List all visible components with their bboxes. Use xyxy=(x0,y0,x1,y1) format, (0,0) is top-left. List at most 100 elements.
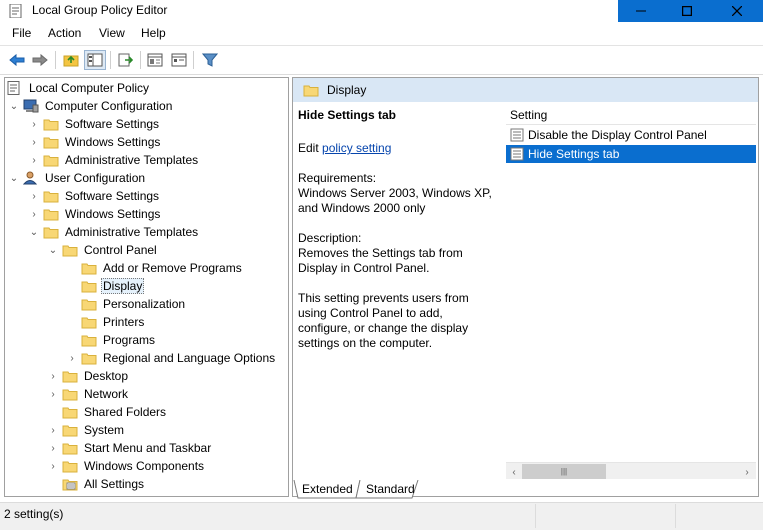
show-hide-tree-button[interactable] xyxy=(84,50,106,70)
tree-node-start-menu-and-taskbar[interactable]: › Start Menu and Taskbar xyxy=(48,439,213,457)
tree-node-desktop[interactable]: › Desktop xyxy=(48,367,130,385)
back-button[interactable] xyxy=(6,50,28,70)
minimize-button[interactable] xyxy=(618,0,664,22)
folder-icon xyxy=(43,225,59,239)
filter-button[interactable] xyxy=(199,50,221,70)
folder-icon xyxy=(43,207,59,221)
tree-node-label: Administrative Templates xyxy=(65,153,199,167)
tree-node-computer-configuration[interactable]: ⌄ Computer Configuration xyxy=(9,97,174,115)
close-button[interactable] xyxy=(710,0,763,22)
folder-icon xyxy=(62,387,78,401)
chevron-right-icon[interactable]: › xyxy=(48,461,58,472)
description-text: Removes the Settings tab from Display in… xyxy=(298,246,463,275)
tab-extended[interactable]: Extended xyxy=(296,480,359,498)
column-header-setting[interactable]: Setting xyxy=(506,105,756,125)
list-item-disable-display-control-panel[interactable]: Disable the Display Control Panel xyxy=(506,126,756,144)
folder-icon xyxy=(81,315,97,329)
tree-node-label: Computer Configuration xyxy=(45,99,173,113)
filter-icon xyxy=(202,53,218,67)
setting-title: Hide Settings tab xyxy=(298,108,397,122)
chevron-right-icon[interactable]: › xyxy=(29,119,39,130)
forward-button[interactable] xyxy=(29,50,51,70)
forward-arrow-icon xyxy=(32,53,48,67)
close-icon xyxy=(731,6,742,16)
scroll-right-icon[interactable]: › xyxy=(740,465,754,479)
chevron-down-icon[interactable]: ⌄ xyxy=(9,101,19,112)
properties-button[interactable] xyxy=(168,50,190,70)
menu-help[interactable]: Help xyxy=(141,26,166,40)
chevron-down-icon[interactable]: ⌄ xyxy=(48,245,58,256)
maximize-icon xyxy=(682,6,692,16)
chevron-right-icon[interactable]: › xyxy=(29,155,39,166)
tree-node-label: Programs xyxy=(103,333,156,347)
chevron-right-icon[interactable]: › xyxy=(48,425,58,436)
tree-node-windows-settings[interactable]: › Windows Settings xyxy=(29,133,162,151)
tree-node-personalization[interactable]: Personalization xyxy=(67,295,187,313)
tree-node-windows-settings[interactable]: › Windows Settings xyxy=(29,205,162,223)
chevron-right-icon[interactable]: › xyxy=(29,137,39,148)
requirements-label: Requirements: xyxy=(298,171,377,185)
tree-node-label: Software Settings xyxy=(65,189,160,203)
horizontal-scrollbar[interactable]: ‹ ||| › xyxy=(506,462,756,479)
list-item-label: Disable the Display Control Panel xyxy=(528,128,707,142)
tree-node-control-panel[interactable]: ⌄ Control Panel xyxy=(48,241,159,259)
up-one-level-button[interactable] xyxy=(60,50,82,70)
chevron-right-icon[interactable]: › xyxy=(29,209,39,220)
folder-icon xyxy=(43,189,59,203)
folder-icon xyxy=(81,279,97,293)
tree-node-user-configuration[interactable]: ⌄ User Configuration xyxy=(9,169,147,187)
chevron-right-icon[interactable]: › xyxy=(48,389,58,400)
policy-setting-link[interactable]: policy setting xyxy=(322,141,391,155)
menu-view[interactable]: View xyxy=(99,26,125,40)
menu-file[interactable]: File xyxy=(12,26,31,40)
export-list-button[interactable] xyxy=(114,50,136,70)
chevron-down-icon[interactable]: ⌄ xyxy=(29,227,39,238)
tree-node-label: System xyxy=(84,423,125,437)
chevron-right-icon[interactable]: › xyxy=(48,371,58,382)
tree-node-windows-components[interactable]: › Windows Components xyxy=(48,457,206,475)
policy-doc-icon xyxy=(7,81,23,95)
toolbar-separator xyxy=(140,51,141,69)
tree-node-system[interactable]: › System xyxy=(48,421,126,439)
policy-setting-icon xyxy=(510,147,524,161)
status-divider xyxy=(535,504,536,528)
tree-node-add-or-remove-programs[interactable]: Add or Remove Programs xyxy=(67,259,244,277)
details-header-title: Display xyxy=(327,83,367,97)
tree-node-local-computer-policy[interactable]: Local Computer Policy xyxy=(7,79,151,97)
tree-node-administrative-templates[interactable]: › Administrative Templates xyxy=(29,151,200,169)
tree-node-label: All Settings xyxy=(84,477,145,491)
folder-icon xyxy=(62,369,78,383)
tree-node-label: Shared Folders xyxy=(84,405,167,419)
menu-action[interactable]: Action xyxy=(48,26,81,40)
tree-node-shared-folders[interactable]: Shared Folders xyxy=(48,403,168,421)
scrollbar-thumb[interactable]: ||| xyxy=(522,464,606,479)
tree-node-display[interactable]: Display xyxy=(67,277,145,295)
list-item-hide-settings-tab[interactable]: Hide Settings tab xyxy=(506,145,756,163)
chevron-down-icon[interactable]: ⌄ xyxy=(9,173,19,184)
back-arrow-icon xyxy=(9,53,25,67)
properties-icon xyxy=(171,53,187,67)
tree-node-all-settings[interactable]: All Settings xyxy=(48,475,146,493)
help-button[interactable] xyxy=(144,50,166,70)
scroll-left-icon[interactable]: ‹ xyxy=(507,465,521,479)
help-pane-icon xyxy=(147,53,163,67)
folder-icon xyxy=(81,351,97,365)
tree-node-regional-and-language-options[interactable]: › Regional and Language Options xyxy=(67,349,277,367)
chevron-right-icon[interactable]: › xyxy=(67,353,77,364)
maximize-button[interactable] xyxy=(664,0,710,22)
chevron-right-icon[interactable]: › xyxy=(29,191,39,202)
tree-node-administrative-templates[interactable]: ⌄ Administrative Templates xyxy=(29,223,200,241)
tree-node-label: Personalization xyxy=(103,297,186,311)
tree-node-printers[interactable]: Printers xyxy=(67,313,146,331)
toolbar-separator xyxy=(193,51,194,69)
title-bar: Local Group Policy Editor xyxy=(0,0,763,22)
tree-node-software-settings[interactable]: › Software Settings xyxy=(29,115,161,133)
tree-node-software-settings[interactable]: › Software Settings xyxy=(29,187,161,205)
tree-node-programs[interactable]: Programs xyxy=(67,331,157,349)
chevron-right-icon[interactable]: › xyxy=(48,443,58,454)
tree-node-network[interactable]: › Network xyxy=(48,385,130,403)
tree-node-label: Add or Remove Programs xyxy=(103,261,242,275)
tab-standard[interactable]: Standard xyxy=(360,480,421,498)
view-tabs: Extended Standard xyxy=(292,480,759,500)
folder-open-icon xyxy=(62,243,78,257)
